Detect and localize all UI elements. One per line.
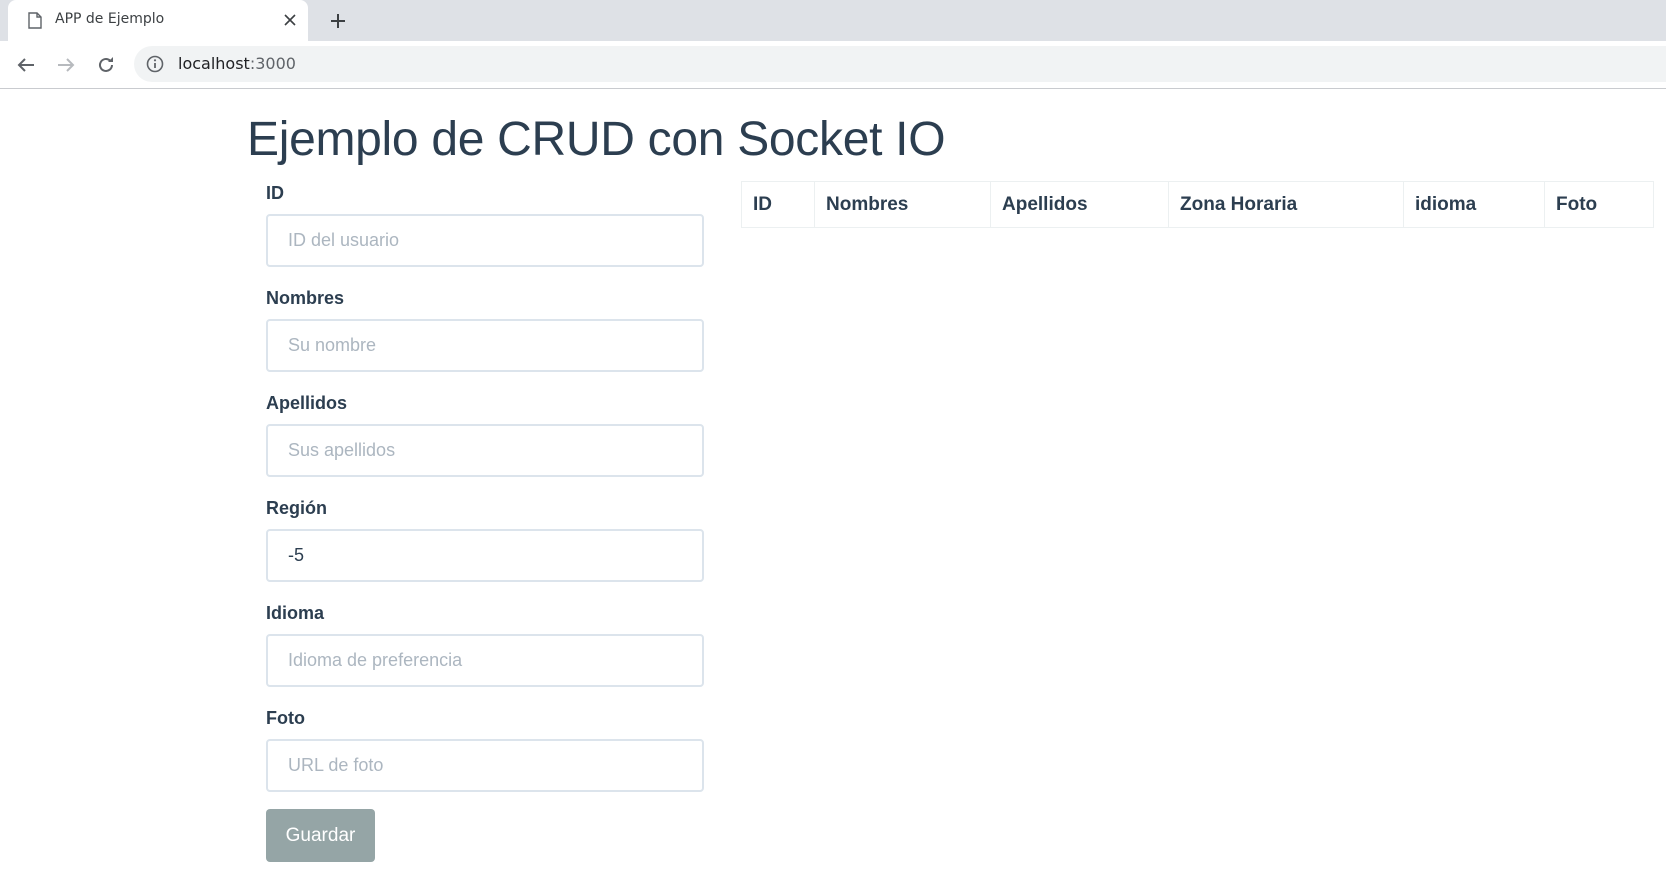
tab-title: APP de Ejemplo [55,11,165,27]
column-header-id[interactable]: ID [741,181,815,228]
idioma-label: Idioma [266,603,325,623]
nombres-input[interactable] [266,319,704,372]
column-header-nombres[interactable]: Nombres [814,181,991,228]
id-field-group: ID [266,180,704,285]
page-title: Ejemplo de CRUD con Socket IO [247,113,946,166]
nombres-label: Nombres [266,288,345,308]
region-input[interactable] [266,529,704,582]
reload-icon[interactable] [92,51,120,79]
back-arrow-icon[interactable] [12,51,40,79]
users-table: ID Nombres Apellidos Zona Horaria idioma… [741,181,1654,228]
nombres-field-group: Nombres [266,285,704,390]
foto-input[interactable] [266,739,704,792]
plus-icon[interactable] [325,8,351,34]
apellidos-input[interactable] [266,424,704,477]
info-icon[interactable] [146,55,164,73]
browser-tabstrip: APP de Ejemplo [0,0,1666,41]
region-label: Región [266,498,327,518]
url-port: :3000 [249,54,296,73]
user-form: ID Nombres Apellidos Región Idioma Foto [266,180,704,810]
url-host: localhost [178,54,250,73]
region-field-group: Región [266,495,704,600]
forward-arrow-icon[interactable] [52,51,80,79]
column-header-apellidos[interactable]: Apellidos [990,181,1169,228]
table-header-row: ID Nombres Apellidos Zona Horaria idioma… [741,181,1654,228]
column-header-zona-horaria[interactable]: Zona Horaria [1168,181,1404,228]
address-bar[interactable]: localhost:3000 [134,46,1666,82]
url-text[interactable]: localhost:3000 [178,54,296,73]
foto-field-group: Foto [266,705,704,810]
column-header-idioma[interactable]: idioma [1403,181,1545,228]
id-input[interactable] [266,214,704,267]
apellidos-label: Apellidos [266,393,348,413]
save-button[interactable]: Guardar [266,809,375,862]
document-icon [28,12,42,29]
apellidos-field-group: Apellidos [266,390,704,495]
browser-tab[interactable]: APP de Ejemplo [8,0,308,41]
id-label: ID [266,183,284,203]
idioma-input[interactable] [266,634,704,687]
column-header-foto[interactable]: Foto [1544,181,1654,228]
foto-label: Foto [266,708,305,728]
browser-toolbar: localhost:3000 [0,41,1666,89]
close-icon[interactable] [278,8,302,32]
idioma-field-group: Idioma [266,600,704,705]
